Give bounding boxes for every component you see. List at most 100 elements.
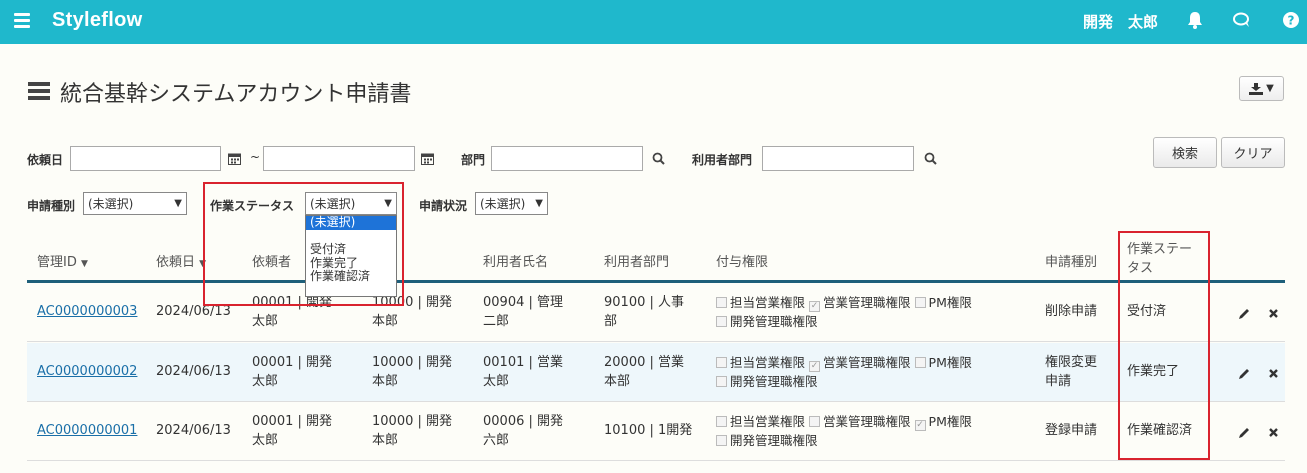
calendar-icon[interactable] — [421, 152, 434, 165]
user-name[interactable]: 開発 太郎 — [1083, 11, 1158, 32]
permission-checkbox — [716, 416, 727, 427]
permission-label: PM権限 — [928, 414, 972, 429]
chat-icon[interactable] — [1232, 10, 1252, 30]
range-separator: ~ — [250, 150, 261, 164]
permission-label: PM権限 — [928, 295, 972, 310]
permission-checkbox — [914, 297, 926, 308]
search-button[interactable]: 検索 — [1153, 137, 1217, 168]
request-date-from-input[interactable] — [70, 146, 221, 171]
permission-checkbox — [716, 357, 727, 368]
permission-checkbox — [716, 316, 727, 327]
permission-checkbox — [716, 297, 727, 308]
user-dept-input[interactable] — [762, 146, 914, 171]
export-button[interactable]: ▼ — [1239, 76, 1284, 101]
approver: 10000 | 開発 本郎 — [372, 295, 452, 329]
apply-status-select[interactable]: (未選択) ▼ — [475, 192, 548, 215]
bell-icon[interactable] — [1185, 10, 1205, 30]
header-date[interactable]: 依頼日 ▼ — [156, 251, 206, 270]
request-type: 登録申請 — [1045, 423, 1098, 438]
delete-icon[interactable] — [1268, 427, 1279, 438]
sort-down-icon: ▼ — [81, 259, 88, 269]
requester: 00001 | 開発 太郎 — [252, 414, 332, 448]
granted-permissions: 担当営業権限 営業管理職権限 ✓ PM権限 開発管理職権限 — [716, 412, 1026, 450]
request-type-label: 申請種別 — [27, 199, 76, 213]
permission-label: 担当営業権限 — [730, 355, 806, 370]
work-status: 作業確認済 — [1127, 423, 1193, 438]
permission-label: 開発管理職権限 — [730, 314, 818, 329]
dropdown-option[interactable]: 受付済 — [306, 242, 396, 257]
header-status: 作業ステー タス — [1127, 242, 1193, 276]
management-id-link[interactable]: AC0000000003 — [37, 302, 137, 321]
permission-label: 開発管理職権限 — [730, 433, 818, 448]
permission-checkbox — [914, 357, 926, 368]
request-type-select[interactable]: (未選択) ▼ — [83, 192, 187, 215]
permission-label: 営業管理職権限 — [823, 355, 911, 370]
request-date: 2024/06/13 — [156, 304, 231, 319]
permission-label: PM権限 — [928, 355, 972, 370]
svg-text:?: ? — [1288, 14, 1295, 28]
request-date-label: 依頼日 — [27, 153, 64, 167]
approver: 10000 | 開発 本郎 — [372, 355, 452, 389]
request-type: 権限変更 申請 — [1045, 355, 1098, 389]
management-id-link[interactable]: AC0000000001 — [37, 421, 137, 440]
header-user-name: 利用者氏名 — [483, 255, 549, 270]
user-dept-label: 利用者部門 — [692, 153, 753, 167]
dropdown-option[interactable]: (未選択) — [306, 215, 396, 230]
caret-down-icon: ▼ — [1266, 83, 1274, 94]
search-icon[interactable] — [652, 152, 665, 165]
top-bar: Styleflow 開発 太郎 ? — [0, 0, 1307, 44]
sort-down-icon: ▼ — [199, 259, 207, 269]
list-icon — [28, 82, 50, 100]
management-id-link[interactable]: AC0000000002 — [37, 362, 137, 381]
search-icon[interactable] — [924, 152, 937, 165]
user-name: 00101 | 営業 太郎 — [483, 355, 563, 389]
user-name: 00006 | 開発 六郎 — [483, 414, 563, 448]
request-date: 2024/06/13 — [156, 364, 231, 379]
permission-label: 営業管理職権限 — [823, 414, 911, 429]
download-icon — [1249, 82, 1264, 95]
permission-label: 営業管理職権限 — [823, 295, 911, 310]
clear-button[interactable]: クリア — [1221, 137, 1285, 168]
requester: 00001 | 開発 太郎 — [252, 355, 332, 389]
dept-label: 部門 — [461, 153, 486, 167]
dropdown-option[interactable]: 作業確認済 — [306, 269, 396, 284]
edit-icon[interactable] — [1238, 307, 1251, 320]
permission-checkbox: ✓ — [809, 361, 821, 372]
dept-input[interactable] — [491, 146, 643, 171]
brand-logo[interactable]: Styleflow — [52, 9, 143, 32]
delete-icon[interactable] — [1268, 368, 1279, 379]
approver: 10000 | 開発 本郎 — [372, 414, 452, 448]
user-name: 00904 | 管理 二郎 — [483, 295, 563, 329]
delete-icon[interactable] — [1268, 308, 1279, 319]
request-date-to-input[interactable] — [263, 146, 415, 171]
calendar-icon[interactable] — [228, 152, 241, 165]
caret-down-icon: ▼ — [384, 198, 392, 209]
work-status-select[interactable]: (未選択) ▼ — [305, 192, 397, 215]
header-requester: 依頼者 — [252, 255, 292, 270]
work-status-dropdown[interactable]: (未選択) 受付済 作業完了 作業確認済 — [305, 215, 397, 297]
dropdown-option[interactable]: 作業完了 — [306, 256, 396, 271]
request-type: 削除申請 — [1045, 304, 1098, 319]
request-type-value: (未選択) — [88, 197, 134, 211]
permission-label: 開発管理職権限 — [730, 374, 818, 389]
menu-icon[interactable] — [14, 13, 30, 28]
permission-checkbox — [809, 416, 821, 427]
granted-permissions: 担当営業権限 ✓ 営業管理職権限 PM権限 開発管理職権限 — [716, 293, 1026, 331]
caret-down-icon: ▼ — [174, 198, 182, 209]
header-id[interactable]: 管理ID ▼ — [37, 251, 88, 270]
dropdown-option[interactable] — [306, 230, 396, 244]
requester: 00001 | 開発 太郎 — [252, 295, 332, 329]
caret-down-icon: ▼ — [535, 198, 543, 209]
user-dept: 20000 | 営業 本部 — [604, 355, 684, 389]
permission-checkbox: ✓ — [914, 420, 926, 431]
request-date: 2024/06/13 — [156, 423, 231, 438]
work-status-value: (未選択) — [310, 197, 356, 211]
permission-checkbox: ✓ — [809, 301, 821, 312]
work-status: 作業完了 — [1127, 364, 1180, 379]
header-user-dept: 利用者部門 — [604, 255, 670, 270]
edit-icon[interactable] — [1238, 426, 1251, 439]
edit-icon[interactable] — [1238, 367, 1251, 380]
help-icon[interactable]: ? — [1281, 10, 1301, 30]
user-dept: 10100 | 1開発 — [604, 423, 693, 438]
work-status: 受付済 — [1127, 304, 1167, 319]
